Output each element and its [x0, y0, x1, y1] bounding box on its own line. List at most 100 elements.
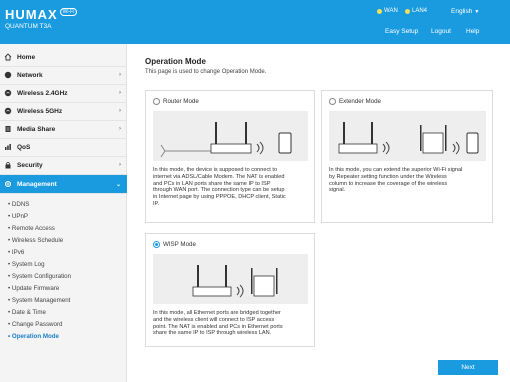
description-line: In this mode, the device is supposed to …	[153, 167, 278, 173]
wisp-mode-label: WISP Mode	[163, 241, 196, 248]
sidebar-item-media-share[interactable]: Media Share ›	[0, 120, 127, 139]
extender-mode-label: Extender Mode	[339, 98, 381, 105]
submenu-item-remote-access[interactable]: • Remote Access	[8, 225, 55, 232]
chevron-right-icon: ›	[119, 108, 121, 114]
wifi-icon	[4, 89, 12, 97]
brand-name: HUMAX	[5, 7, 58, 22]
sidebar-item-wireless-24[interactable]: Wireless 2.4GHz ›	[0, 84, 127, 103]
submenu-item-change-password[interactable]: • Change Password	[8, 321, 62, 328]
sidebar-item-label: Media Share	[17, 125, 56, 133]
submenu-item-ipv6[interactable]: • IPv6	[8, 249, 24, 256]
description-line: point. The NAT is enabled and PCs in Eth…	[153, 323, 283, 330]
home-icon	[4, 53, 12, 61]
submenu-label: System Log	[11, 261, 45, 268]
humax-logo: HUMAX Wi-Fi	[5, 7, 78, 22]
sidebar-item-network[interactable]: Network ›	[0, 66, 127, 85]
description-line: column to increase the coverage of the w…	[329, 180, 448, 187]
description-line: IP.	[153, 200, 160, 207]
bar-chart-icon	[4, 143, 12, 151]
description-line: internet via ADSL/Cable Modem. The NAT i…	[153, 173, 285, 180]
storage-icon	[4, 125, 12, 133]
next-button[interactable]: Next	[438, 360, 498, 375]
submenu-label: Date & Time	[11, 309, 46, 316]
submenu-label: UPnP	[11, 213, 29, 220]
language-select[interactable]: English ▼	[451, 8, 479, 15]
sidebar-item-label: QoS	[17, 143, 31, 151]
submenu-label: Change Password	[11, 321, 63, 328]
submenu-item-system-log[interactable]: • System Log	[8, 261, 45, 268]
page-title: Operation Mode	[145, 57, 206, 66]
chevron-right-icon: ›	[119, 72, 121, 78]
description-line: through WAN port. The connection type ca…	[153, 187, 285, 194]
lan-status-dot	[405, 8, 410, 14]
submenu-item-update-firmware[interactable]: • Update Firmware	[8, 285, 59, 292]
sidebar-item-security[interactable]: Security ›	[0, 156, 127, 175]
router-mode-radio[interactable]	[153, 98, 160, 105]
chevron-right-icon: ›	[119, 126, 121, 132]
submenu-item-system-configuration[interactable]: • System Configuration	[8, 273, 71, 280]
page-description: This page is used to change Operation Mo…	[145, 69, 267, 75]
extender-mode-card[interactable]: Extender Mode In this mode, you can exte…	[321, 90, 493, 223]
lan-status: LAN4	[405, 8, 427, 14]
wifi-icon	[4, 107, 12, 115]
submenu-label: System Management	[11, 297, 71, 304]
submenu-label: IPv6	[11, 249, 25, 256]
chevron-down-icon: ▼	[474, 9, 480, 15]
description-line: and the wireless client will connect to …	[153, 316, 275, 323]
wisp-mode-radio[interactable]	[153, 241, 160, 248]
router-mode-option[interactable]: Router Mode	[153, 98, 199, 105]
chevron-right-icon: ›	[119, 162, 121, 168]
lan-status-label: LAN4	[412, 8, 428, 14]
extender-mode-option[interactable]: Extender Mode	[329, 98, 381, 105]
router-mode-illustration	[153, 111, 308, 161]
description-line: in Internet page by using PPPOE, DHCP cl…	[153, 194, 286, 201]
sidebar-item-home[interactable]: Home	[0, 48, 127, 67]
submenu-item-date-time[interactable]: • Date & Time	[8, 309, 46, 316]
sidebar-item-management[interactable]: Management ⌄	[0, 175, 127, 194]
sidebar-item-wireless-5[interactable]: Wireless 5GHz ›	[0, 102, 127, 121]
wan-status-dot	[377, 8, 382, 14]
description-line: and PCs in LAN ports share the same IP t…	[153, 180, 271, 187]
sidebar-item-label: Home	[17, 53, 36, 61]
sidebar-item-label: Security	[17, 161, 43, 169]
sidebar-item-label: Network	[17, 71, 43, 79]
submenu-item-ddns[interactable]: • DDNS	[8, 201, 29, 208]
help-link[interactable]: Help	[466, 28, 479, 35]
wisp-mode-card[interactable]: WISP Mode In this mode, all Ethernet por…	[145, 233, 315, 347]
extender-mode-description: In this mode, you can extend the superio…	[329, 167, 462, 194]
wan-status: WAN	[377, 8, 398, 14]
router-mode-card[interactable]: Router Mode In this mode, the device is …	[145, 90, 315, 223]
wifi-badge: Wi-Fi	[59, 8, 78, 16]
submenu-label: Remote Access	[11, 225, 55, 232]
router-mode-description: In this mode, the device is supposed to …	[153, 167, 286, 208]
submenu-item-system-management[interactable]: • System Management	[8, 297, 70, 304]
sidebar-item-label: Wireless 5GHz	[17, 107, 63, 115]
submenu-label: DDNS	[11, 201, 30, 208]
submenu-label: Update Firmware	[11, 285, 60, 292]
language-label: English	[451, 8, 473, 15]
easy-setup-link[interactable]: Easy Setup	[385, 28, 418, 35]
description-line: signal.	[329, 187, 346, 194]
description-line: In this mode, you can extend the superio…	[329, 167, 463, 173]
chevron-right-icon: ›	[119, 90, 121, 96]
extender-mode-radio[interactable]	[329, 98, 336, 105]
submenu-label: Operation Mode	[11, 333, 59, 340]
logout-link[interactable]: Logout	[431, 28, 451, 35]
router-mode-label: Router Mode	[163, 98, 199, 105]
wisp-mode-illustration	[153, 254, 308, 304]
wisp-mode-option[interactable]: WISP Mode	[153, 241, 196, 248]
submenu-label: System Configuration	[11, 273, 72, 280]
model-name: QUANTUM T3A	[5, 23, 52, 30]
description-line: by Repeater setting function under the W…	[329, 173, 447, 180]
sidebar-item-label: Management	[17, 180, 57, 188]
description-line: In this mode, all Ethernet ports are bri…	[153, 310, 281, 316]
sidebar-item-label: Wireless 2.4GHz	[17, 89, 68, 97]
lock-icon	[4, 161, 12, 169]
submenu-label: Wireless Schedule	[11, 237, 64, 244]
submenu-item-upnp[interactable]: • UPnP	[8, 213, 28, 220]
chevron-down-icon: ⌄	[115, 181, 121, 188]
sidebar-item-qos[interactable]: QoS	[0, 138, 127, 157]
wisp-mode-description: In this mode, all Ethernet ports are bri…	[153, 310, 283, 337]
submenu-item-wireless-schedule[interactable]: • Wireless Schedule	[8, 237, 63, 244]
submenu-item-operation-mode[interactable]: • Operation Mode	[8, 333, 59, 340]
